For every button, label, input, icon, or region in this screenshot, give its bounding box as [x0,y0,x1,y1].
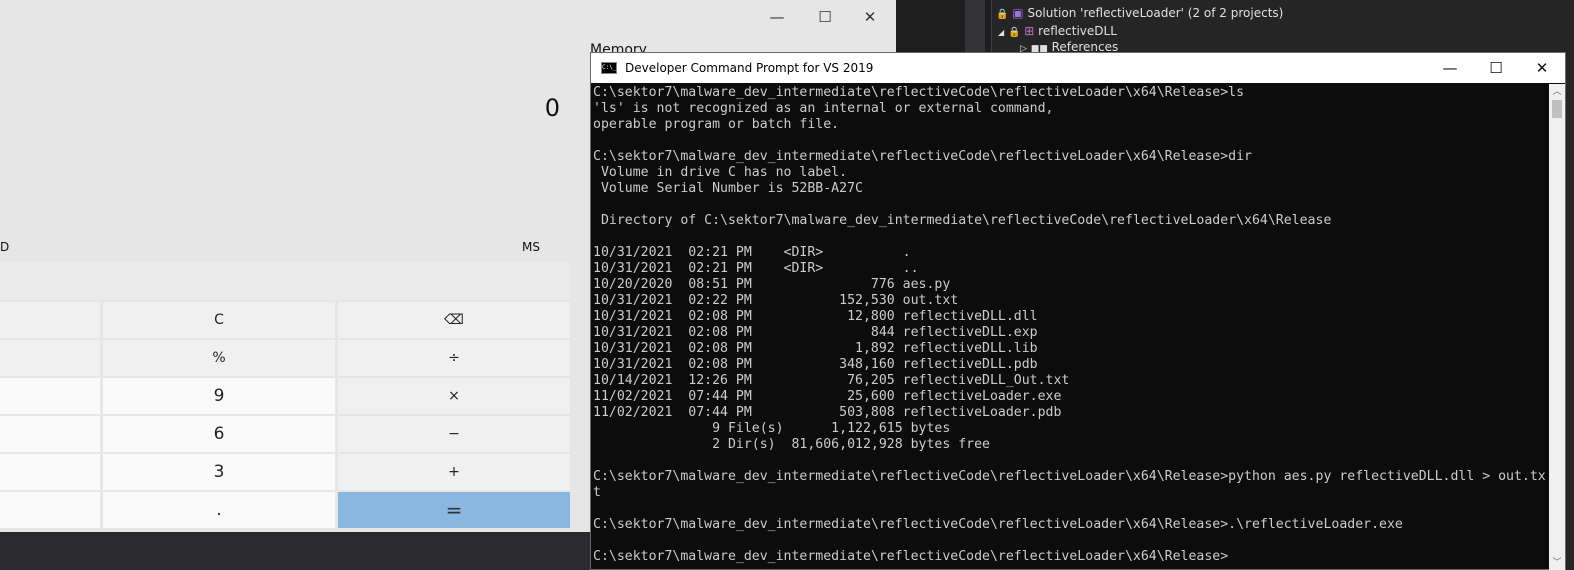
console-line: C:\sektor7\malware_dev_intermediate\refl… [593,469,1546,484]
console-line: 2 Dir(s) 81,606,012,928 bytes free [593,437,990,452]
console-line: Volume Serial Number is 52BB-A27C [593,181,863,196]
tree-item-project[interactable]: ◢ 🔒 ⊞ reflectiveDLL [998,24,1117,38]
terminal-close-button[interactable]: ✕ [1519,53,1565,83]
console-line: 10/31/2021 02:08 PM 12,800 reflectiveDLL… [593,309,1038,324]
calc-close-button[interactable]: ✕ [850,4,890,30]
console-line: 11/02/2021 07:44 PM 503,808 reflectiveLo… [593,405,1062,420]
scroll-down-icon[interactable]: ﹀ [1549,555,1565,568]
lock-icon: 🔒 [996,9,1009,20]
calc-key-8[interactable]: 3 [103,454,335,490]
console-line: t [593,485,601,500]
calc-key-left[interactable] [0,340,100,376]
console-line: 9 File(s) 1,122,615 bytes [593,421,951,436]
calc-key-7[interactable]: − [338,416,570,452]
memory-button-md[interactable]: D [0,240,9,254]
console-line: C:\sektor7\malware_dev_intermediate\refl… [593,149,1252,164]
console-line: Directory of C:\sektor7\malware_dev_inte… [593,213,1332,228]
scrollbar[interactable]: ︿ ﹀ [1549,84,1565,570]
console-line: 10/31/2021 02:08 PM 844 reflectiveDLL.ex… [593,325,1038,340]
calc-key-0[interactable]: C [103,302,335,338]
memory-strip [0,262,570,300]
console-line: 10/31/2021 02:21 PM <DIR> . [593,245,911,260]
console-line: 10/31/2021 02:22 PM 152,530 out.txt [593,293,959,308]
console-output[interactable]: C:\sektor7\malware_dev_intermediate\refl… [593,84,1549,568]
calc-key-left[interactable] [0,492,100,528]
calc-key-2[interactable]: % [103,340,335,376]
console-line: 10/31/2021 02:21 PM <DIR> .. [593,261,919,276]
console-line: C:\sektor7\malware_dev_intermediate\refl… [593,85,1245,100]
calc-key-left[interactable] [0,302,100,338]
calc-key-left[interactable] [0,378,100,414]
console-line: Volume in drive C has no label. [593,165,848,180]
calc-key-10[interactable]: . [103,492,335,528]
console-line: 11/02/2021 07:44 PM 25,600 reflectiveLoa… [593,389,1062,404]
console-line: C:\sektor7\malware_dev_intermediate\refl… [593,517,1403,532]
project-label: reflectiveDLL [1038,24,1117,38]
tree-item-solution[interactable]: 🔒 ▣ Solution 'reflectiveLoader' (2 of 2 … [996,6,1283,20]
calc-key-3[interactable]: ÷ [338,340,570,376]
calc-display: 0 [544,94,560,122]
scroll-up-icon[interactable]: ︿ [1549,84,1565,97]
calc-maximize-button[interactable]: ☐ [805,4,845,30]
project-icon: ⊞ [1024,24,1035,38]
console-line: operable program or batch file. [593,117,840,132]
console-line: 10/31/2021 02:08 PM 1,892 reflectiveDLL.… [593,341,1038,356]
calc-key-9[interactable]: + [338,454,570,490]
backspace-icon[interactable]: ⌫ [338,302,570,338]
console-line: 'ls' is not recognized as an internal or… [593,101,1054,116]
terminal-title-bar[interactable]: C:\_ Developer Command Prompt for VS 201… [591,53,1565,83]
terminal-window: C:\_ Developer Command Prompt for VS 201… [590,52,1566,570]
calc-minimize-button[interactable]: — [757,4,797,30]
calc-key-left[interactable] [0,454,100,490]
solution-icon: ▣ [1012,6,1024,20]
calc-key-6[interactable]: 6 [103,416,335,452]
console-line: 10/31/2021 02:08 PM 348,160 reflectiveDL… [593,357,1038,372]
solution-label: Solution 'reflectiveLoader' (2 of 2 proj… [1027,6,1284,20]
terminal-minimize-button[interactable]: — [1427,53,1473,83]
calc-key-5[interactable]: × [338,378,570,414]
console-line: C:\sektor7\malware_dev_intermediate\refl… [593,549,1229,564]
calc-key-left[interactable] [0,416,100,452]
console-line: 10/20/2020 08:51 PM 776 aes.py [593,277,951,292]
calc-key-4[interactable]: 9 [103,378,335,414]
terminal-title: Developer Command Prompt for VS 2019 [625,61,874,75]
memory-store-button[interactable]: MS [522,240,540,254]
cmd-icon: C:\_ [601,62,617,74]
expand-icon: ◢ [998,28,1005,37]
terminal-maximize-button[interactable]: ☐ [1473,53,1519,83]
calc-key-11[interactable]: = [338,492,570,528]
console-line: 10/14/2021 12:26 PM 76,205 reflectiveDLL… [593,373,1070,388]
lock-icon: 🔒 [1007,27,1021,38]
scrollbar-thumb[interactable] [1552,100,1562,118]
